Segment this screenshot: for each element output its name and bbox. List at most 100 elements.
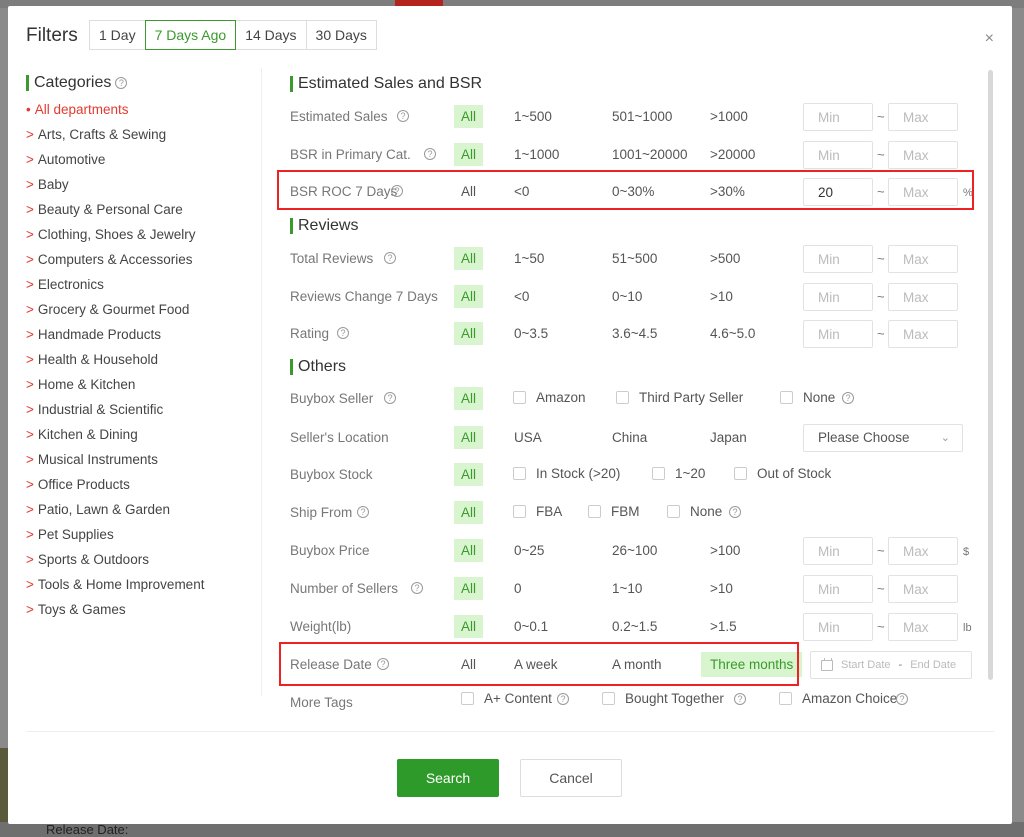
- checkbox[interactable]: [780, 391, 793, 404]
- option-value[interactable]: 501~1000: [612, 109, 672, 124]
- category-item[interactable]: > Industrial & Scientific: [26, 400, 204, 425]
- help-icon[interactable]: ?: [115, 77, 128, 89]
- option-value[interactable]: >20000: [710, 147, 755, 162]
- checkbox[interactable]: [513, 505, 526, 518]
- checkbox-option[interactable]: 1~20: [652, 466, 705, 481]
- option-all[interactable]: All: [454, 426, 484, 449]
- checkbox-option[interactable]: FBM: [588, 504, 640, 519]
- min-input[interactable]: [803, 613, 873, 641]
- checkbox[interactable]: [602, 692, 615, 705]
- option-value[interactable]: >500: [710, 251, 740, 266]
- cancel-button[interactable]: Cancel: [520, 759, 622, 797]
- checkbox-option[interactable]: Amazon: [513, 390, 586, 405]
- checkbox[interactable]: [461, 692, 474, 705]
- help-icon[interactable]: ?: [357, 506, 369, 518]
- checkbox[interactable]: [779, 692, 792, 705]
- checkbox[interactable]: [734, 467, 747, 480]
- category-item[interactable]: > Pet Supplies: [26, 525, 204, 550]
- option-value[interactable]: 1~1000: [514, 147, 559, 162]
- option-value[interactable]: 0: [514, 581, 522, 596]
- checkbox-option[interactable]: A+ Content: [461, 691, 552, 706]
- option-all[interactable]: All: [461, 184, 476, 199]
- category-item[interactable]: > Clothing, Shoes & Jewelry: [26, 225, 204, 250]
- option-value[interactable]: 0~25: [514, 543, 544, 558]
- max-input[interactable]: [888, 575, 958, 603]
- help-icon[interactable]: ?: [896, 693, 908, 705]
- category-item[interactable]: > Musical Instruments: [26, 450, 204, 475]
- tab-7-days-ago[interactable]: 7 Days Ago: [144, 20, 237, 50]
- checkbox[interactable]: [667, 505, 680, 518]
- option-all[interactable]: All: [454, 105, 484, 128]
- max-input[interactable]: [888, 245, 958, 273]
- checkbox-option[interactable]: Out of Stock: [734, 466, 831, 481]
- max-input[interactable]: [888, 320, 958, 348]
- min-input[interactable]: [803, 320, 873, 348]
- help-icon[interactable]: ?: [557, 693, 569, 705]
- min-input[interactable]: [803, 178, 873, 206]
- option-all[interactable]: All: [454, 143, 484, 166]
- category-item[interactable]: > Handmade Products: [26, 325, 204, 350]
- option-value[interactable]: <0: [514, 184, 529, 199]
- category-item[interactable]: > Beauty & Personal Care: [26, 200, 204, 225]
- min-input[interactable]: [803, 245, 873, 273]
- option-all[interactable]: All: [454, 322, 484, 345]
- search-button[interactable]: Search: [397, 759, 499, 797]
- checkbox-option[interactable]: None: [780, 390, 835, 405]
- max-input[interactable]: [888, 141, 958, 169]
- scrollbar[interactable]: [988, 70, 993, 680]
- category-item[interactable]: > Computers & Accessories: [26, 250, 204, 275]
- option-value[interactable]: >100: [710, 543, 740, 558]
- checkbox-option[interactable]: Bought Together: [602, 691, 724, 706]
- option-value[interactable]: 3.6~4.5: [612, 326, 657, 341]
- option-value[interactable]: 1001~20000: [612, 147, 687, 162]
- tab-14-days[interactable]: 14 Days: [235, 20, 307, 50]
- option-value[interactable]: 1~10: [612, 581, 642, 596]
- help-icon[interactable]: ?: [337, 327, 349, 339]
- tab-30-days[interactable]: 30 Days: [305, 20, 377, 50]
- option-value[interactable]: 0~3.5: [514, 326, 548, 341]
- option-value[interactable]: Japan: [710, 430, 747, 445]
- option-value[interactable]: A week: [514, 657, 558, 672]
- option-value[interactable]: 0~10: [612, 289, 642, 304]
- category-item[interactable]: > Electronics: [26, 275, 204, 300]
- help-icon[interactable]: ?: [729, 506, 741, 518]
- category-item[interactable]: > Patio, Lawn & Garden: [26, 500, 204, 525]
- option-value[interactable]: 0~30%: [612, 184, 654, 199]
- help-icon[interactable]: ?: [411, 582, 423, 594]
- help-icon[interactable]: ?: [377, 658, 389, 670]
- help-icon[interactable]: ?: [842, 392, 854, 404]
- option-value[interactable]: 1~500: [514, 109, 552, 124]
- option-all[interactable]: All: [454, 501, 484, 524]
- option-all[interactable]: All: [454, 247, 484, 270]
- category-item[interactable]: > Kitchen & Dining: [26, 425, 204, 450]
- min-input[interactable]: [803, 141, 873, 169]
- category-item[interactable]: > Health & Household: [26, 350, 204, 375]
- max-input[interactable]: [888, 613, 958, 641]
- max-input[interactable]: [888, 103, 958, 131]
- help-icon[interactable]: ?: [384, 252, 396, 264]
- option-all[interactable]: All: [454, 615, 484, 638]
- option-value[interactable]: >10: [710, 289, 733, 304]
- option-value[interactable]: A month: [612, 657, 662, 672]
- close-icon[interactable]: ×: [985, 30, 994, 48]
- checkbox-option[interactable]: Amazon Choice: [779, 691, 897, 706]
- option-all[interactable]: All: [454, 463, 484, 486]
- help-icon[interactable]: ?: [424, 148, 436, 160]
- help-icon[interactable]: ?: [391, 185, 403, 197]
- help-icon[interactable]: ?: [397, 110, 409, 122]
- category-item[interactable]: > Grocery & Gourmet Food: [26, 300, 204, 325]
- category-item[interactable]: > Office Products: [26, 475, 204, 500]
- max-input[interactable]: [888, 283, 958, 311]
- checkbox[interactable]: [513, 391, 526, 404]
- option-value[interactable]: 51~500: [612, 251, 657, 266]
- option-value[interactable]: Three months: [701, 652, 803, 677]
- option-value[interactable]: 4.6~5.0: [710, 326, 755, 341]
- option-value[interactable]: 0.2~1.5: [612, 619, 657, 634]
- checkbox-option[interactable]: Third Party Seller: [616, 390, 743, 405]
- checkbox-option[interactable]: None: [667, 504, 722, 519]
- checkbox-option[interactable]: FBA: [513, 504, 562, 519]
- min-input[interactable]: [803, 283, 873, 311]
- option-value[interactable]: >10: [710, 581, 733, 596]
- max-input[interactable]: [888, 537, 958, 565]
- option-value[interactable]: China: [612, 430, 647, 445]
